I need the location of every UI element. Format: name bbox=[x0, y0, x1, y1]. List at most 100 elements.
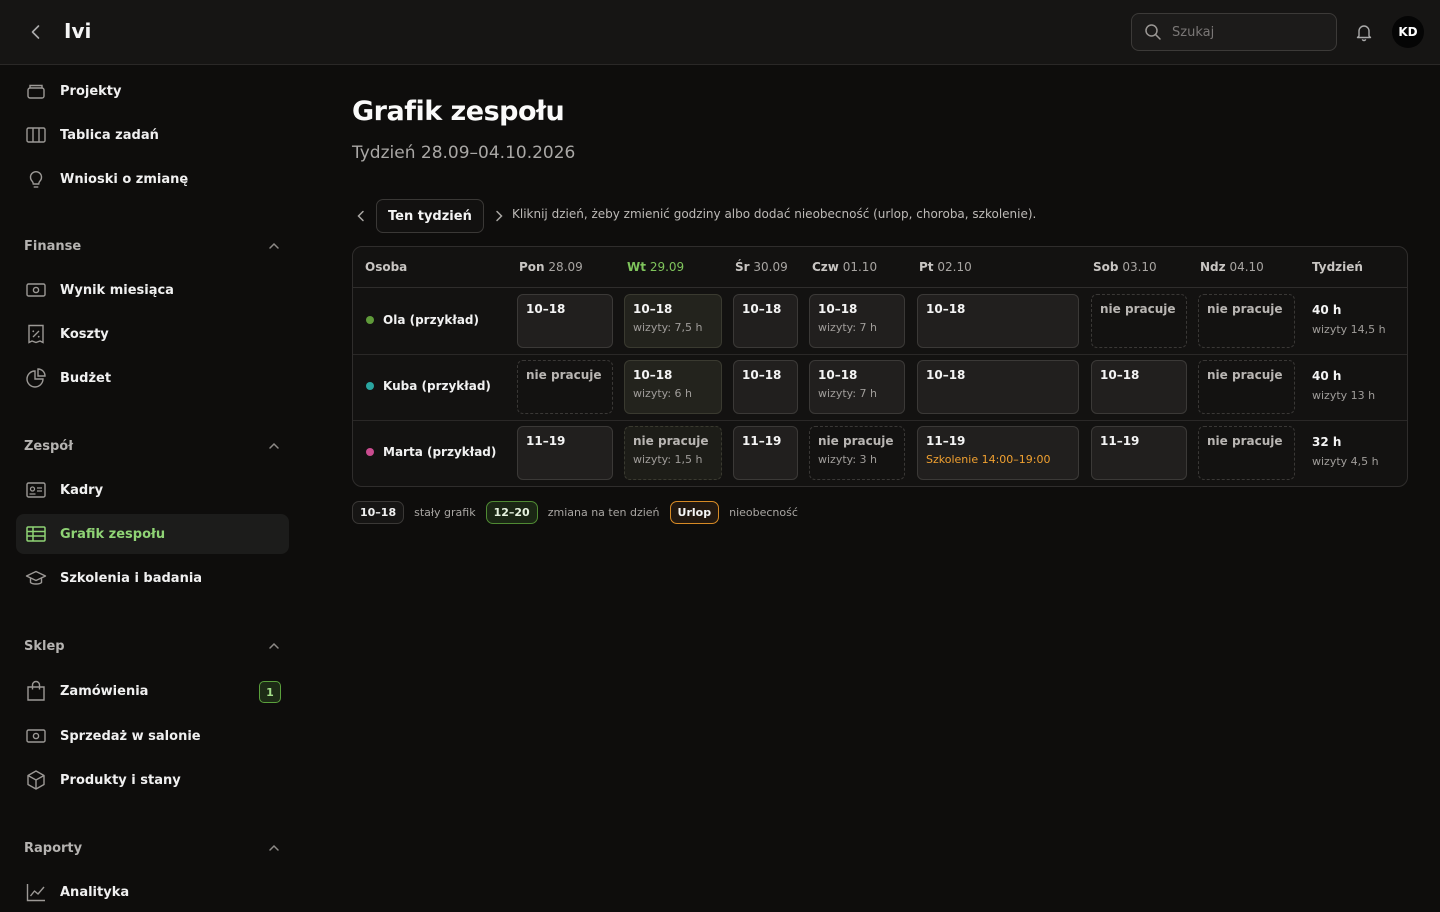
banknote-icon bbox=[24, 724, 48, 748]
section-finanse[interactable]: Finanse bbox=[24, 234, 281, 258]
sidebar-item-produkty[interactable]: Produkty i stany bbox=[16, 760, 289, 800]
day-cell-shift[interactable]: 11–19 bbox=[733, 426, 798, 480]
total-hours: 32 h bbox=[1312, 435, 1342, 449]
notifications-button[interactable] bbox=[1352, 20, 1376, 44]
shift-hours: nie pracuje bbox=[1100, 302, 1176, 316]
back-button[interactable] bbox=[24, 20, 48, 44]
day-cell-off[interactable]: nie pracuje wizyty: 1,5 h bbox=[624, 426, 722, 480]
line-chart-icon bbox=[24, 880, 48, 904]
sidebar-item-sprzedaz[interactable]: Sprzedaż w salonie bbox=[16, 716, 289, 756]
week-navigation: Ten tydzień bbox=[352, 199, 508, 233]
sidebar-item-wnioski[interactable]: Wnioski o zmianę bbox=[16, 159, 289, 199]
shift-hours: 10–18 bbox=[633, 302, 673, 316]
day-cell-shift[interactable]: 10–18 bbox=[733, 360, 798, 414]
avatar[interactable]: KD bbox=[1392, 16, 1424, 48]
column-header-day: Pt 02.10 bbox=[919, 260, 972, 274]
schedule-row: Marta (przykład) 11–19 nie pracuje wizyty: … bbox=[353, 420, 1407, 486]
day-cell-shift[interactable]: 10–18 bbox=[1091, 360, 1187, 414]
sidebar-item-label: Projekty bbox=[60, 83, 122, 99]
shift-hours: 10–18 bbox=[633, 368, 673, 382]
column-header-day: Śr 30.09 bbox=[735, 260, 788, 274]
orders-count-badge: 1 bbox=[259, 681, 281, 703]
section-label: Finanse bbox=[24, 238, 82, 254]
shift-hours: nie pracuje bbox=[526, 368, 602, 382]
day-cell-off[interactable]: nie pracuje bbox=[1198, 426, 1295, 480]
day-cell-shift[interactable]: 10–18 bbox=[517, 294, 613, 348]
sidebar-item-label: Budżet bbox=[60, 370, 112, 386]
section-raporty[interactable]: Raporty bbox=[24, 836, 281, 860]
column-header-person: Osoba bbox=[365, 260, 408, 274]
sidebar-item-kadry[interactable]: Kadry bbox=[16, 470, 289, 510]
sidebar-item-koszty[interactable]: Koszty bbox=[16, 314, 289, 354]
schedule-row: Kuba (przykład) nie pracuje 10–18 wizyty: 6… bbox=[353, 354, 1407, 420]
total-visits: wizyty 14,5 h bbox=[1312, 323, 1386, 336]
shopping-bag-icon bbox=[24, 679, 48, 703]
grid-header: Osoba Pon 28.09 Wt 29.09 Śr 30.09 Czw 01… bbox=[353, 247, 1407, 288]
person-name: Marta (przykład) bbox=[366, 445, 496, 459]
day-cell-shift[interactable]: 10–18 wizyty: 7,5 h bbox=[624, 294, 722, 348]
search-input[interactable] bbox=[1172, 24, 1322, 40]
sidebar-item-label: Grafik zespołu bbox=[60, 526, 166, 542]
day-cell-off[interactable]: nie pracuje bbox=[1198, 360, 1295, 414]
visits-hours: wizyty: 7 h bbox=[818, 321, 878, 334]
chevron-left-icon bbox=[31, 25, 40, 39]
lightbulb-icon bbox=[24, 167, 48, 191]
day-cell-shift[interactable]: 11–19 bbox=[1091, 426, 1187, 480]
next-week-button[interactable] bbox=[490, 207, 508, 225]
sidebar-item-label: Produkty i stany bbox=[60, 772, 181, 788]
day-cell-shift[interactable]: 10–18 bbox=[917, 360, 1079, 414]
receipt-percent-icon bbox=[24, 322, 48, 346]
top-bar: Ivi KD bbox=[0, 0, 1440, 65]
search-box[interactable] bbox=[1131, 13, 1337, 51]
day-cell-shift[interactable]: 10–18 bbox=[733, 294, 798, 348]
chevron-up-icon bbox=[269, 844, 279, 851]
page-title: Grafik zespołu bbox=[352, 96, 565, 127]
sidebar-item-projekty[interactable]: Projekty bbox=[16, 71, 289, 111]
sidebar-item-label: Koszty bbox=[60, 326, 109, 342]
shift-hours: nie pracuje bbox=[1207, 302, 1283, 316]
sidebar-item-label: Zamówienia bbox=[60, 683, 149, 699]
sidebar-item-tablica-zadan[interactable]: Tablica zadań bbox=[16, 115, 289, 155]
day-cell-shift[interactable]: 10–18 wizyty: 7 h bbox=[809, 294, 905, 348]
shift-hours: 11–19 bbox=[926, 434, 966, 448]
section-zespol[interactable]: Zespół bbox=[24, 434, 281, 458]
day-cell-off[interactable]: nie pracuje bbox=[1198, 294, 1295, 348]
sidebar-item-budzet[interactable]: Budżet bbox=[16, 358, 289, 398]
week-total: 40 h wizyty 13 h bbox=[1312, 369, 1375, 402]
day-cell-shift[interactable]: 10–18 wizyty: 7 h bbox=[809, 360, 905, 414]
shift-hours: 10–18 bbox=[926, 368, 966, 382]
shift-hours: 10–18 bbox=[526, 302, 566, 316]
visits-hours: wizyty: 3 h bbox=[818, 453, 878, 466]
day-cell-shift[interactable]: 10–18 wizyty: 6 h bbox=[624, 360, 722, 414]
shift-hours: nie pracuje bbox=[818, 434, 894, 448]
total-visits: wizyty 13 h bbox=[1312, 389, 1376, 402]
column-header-day: Ndz 04.10 bbox=[1200, 260, 1264, 274]
sidebar-item-analityka[interactable]: Analityka bbox=[16, 872, 289, 912]
sidebar-item-zamowienia[interactable]: Zamówienia 1 bbox=[16, 671, 289, 711]
hint-text: Kliknij dzień, żeby zmienić godziny albo… bbox=[512, 207, 1037, 221]
section-label: Raporty bbox=[24, 840, 83, 856]
day-cell-shift[interactable]: 11–19 Szkolenie 14:00–19:00 bbox=[917, 426, 1079, 480]
prev-week-button[interactable] bbox=[352, 207, 370, 225]
sidebar-item-szkolenia[interactable]: Szkolenia i badania bbox=[16, 558, 289, 598]
visits-hours: wizyty: 1,5 h bbox=[633, 453, 703, 466]
chevron-left-icon bbox=[357, 210, 364, 222]
section-sklep[interactable]: Sklep bbox=[24, 634, 281, 658]
schedule-grid: Osoba Pon 28.09 Wt 29.09 Śr 30.09 Czw 01… bbox=[352, 246, 1408, 487]
person-color-dot bbox=[366, 316, 374, 324]
sidebar-item-wynik-miesiaca[interactable]: Wynik miesiąca bbox=[16, 270, 289, 310]
day-cell-off[interactable]: nie pracuje wizyty: 3 h bbox=[809, 426, 905, 480]
chevron-up-icon bbox=[269, 442, 279, 449]
sidebar-item-grafik-zespolu[interactable]: Grafik zespołu bbox=[16, 514, 289, 554]
day-cell-off[interactable]: nie pracuje bbox=[1091, 294, 1187, 348]
archive-box-icon bbox=[24, 79, 48, 103]
day-cell-off[interactable]: nie pracuje bbox=[517, 360, 613, 414]
person-name: Kuba (przykład) bbox=[366, 379, 491, 393]
sidebar-item-label: Sprzedaż w salonie bbox=[60, 728, 201, 744]
sidebar-item-label: Wnioski o zmianę bbox=[60, 171, 189, 187]
person-color-dot bbox=[366, 382, 374, 390]
day-cell-shift[interactable]: 11–19 bbox=[517, 426, 613, 480]
shift-hours: 10–18 bbox=[818, 302, 858, 316]
this-week-button[interactable]: Ten tydzień bbox=[376, 199, 484, 233]
day-cell-shift[interactable]: 10–18 bbox=[917, 294, 1079, 348]
